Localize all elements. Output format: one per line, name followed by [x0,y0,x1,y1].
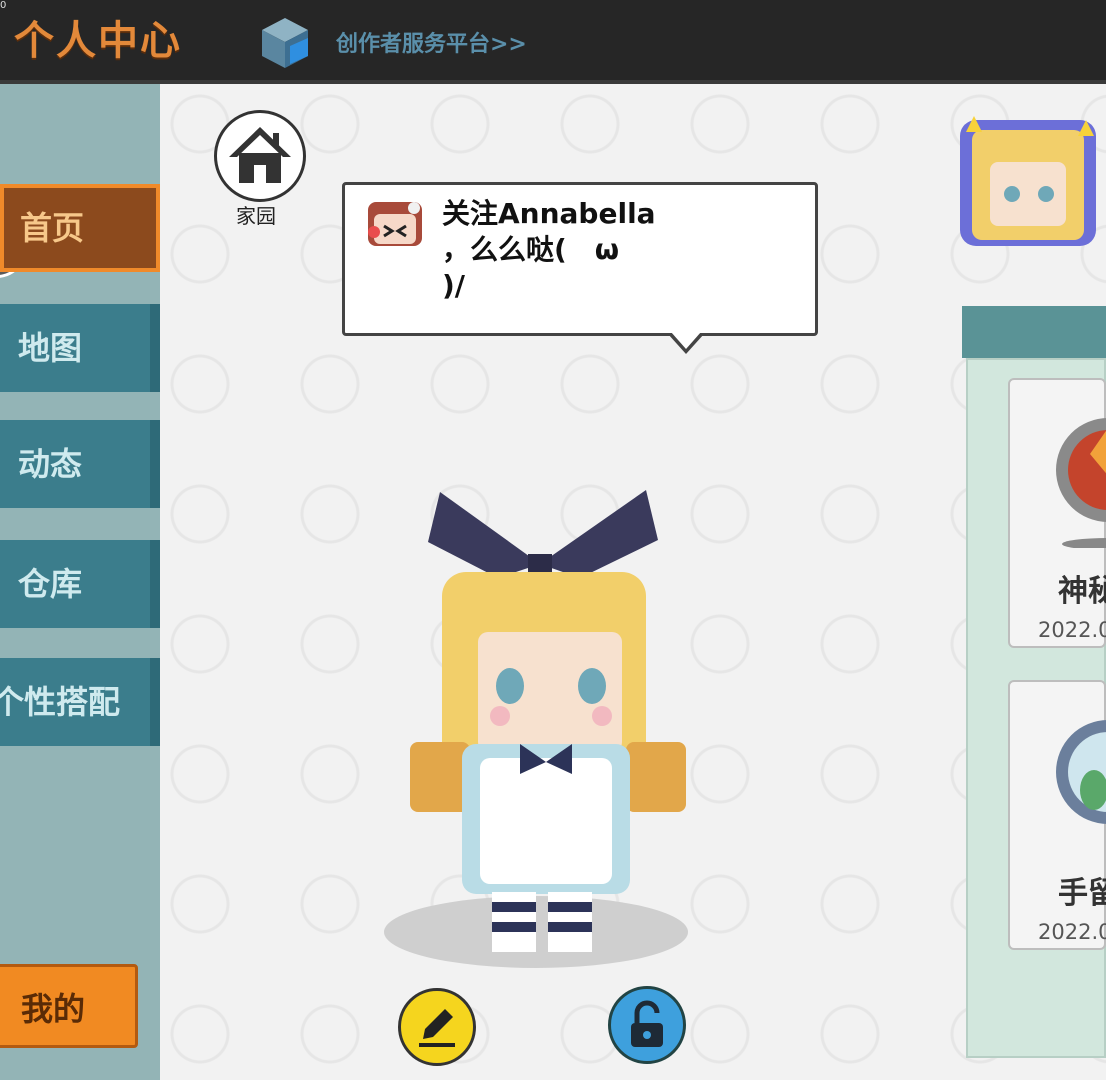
page-title: 个人中心 [14,18,182,64]
top-bar: 0 个人中心 创作者服务平台>> [0,0,1106,84]
right-panel-header [962,306,1106,358]
sender-avatar [368,202,422,246]
creator-platform-link[interactable]: 创作者服务平台>> [336,26,527,58]
sidebar-item-outfit[interactable]: 个性搭配 [0,658,160,746]
player-character[interactable] [380,482,700,982]
corner-mark: 0 [0,0,7,11]
card-date: 2022.0 [1038,618,1106,642]
house-icon [229,127,291,183]
sidebar-item-map[interactable]: 地图 [0,304,160,392]
card-date: 2022.0 [1038,920,1106,944]
home-label: 家园 [236,204,276,228]
avatar[interactable] [954,110,1104,250]
achievement-card[interactable]: 神秘 2022.0 [1008,378,1106,648]
achievement-badge-icon [1056,418,1106,548]
mine-button[interactable]: 我的 [0,964,138,1048]
home-button[interactable] [214,110,306,202]
achievement-badge-icon [1056,720,1106,824]
sidebar-item-home[interactable]: 首页 [0,184,160,272]
card-title: 手留 [1058,876,1106,911]
card-title: 神秘 [1058,574,1106,609]
sidebar-item-feed[interactable]: 动态 [0,420,160,508]
unlock-icon [631,1000,663,1047]
pencil-icon [419,1009,455,1047]
sidebar-item-warehouse[interactable]: 仓库 [0,540,160,628]
speech-text: 关注Annabella ，么么哒( ω )/ [442,197,656,302]
achievement-card[interactable]: 手留 2022.0 [1008,680,1106,950]
cube-logo-icon[interactable] [260,16,310,70]
edit-button[interactable] [398,988,476,1066]
lock-button[interactable] [608,986,686,1064]
